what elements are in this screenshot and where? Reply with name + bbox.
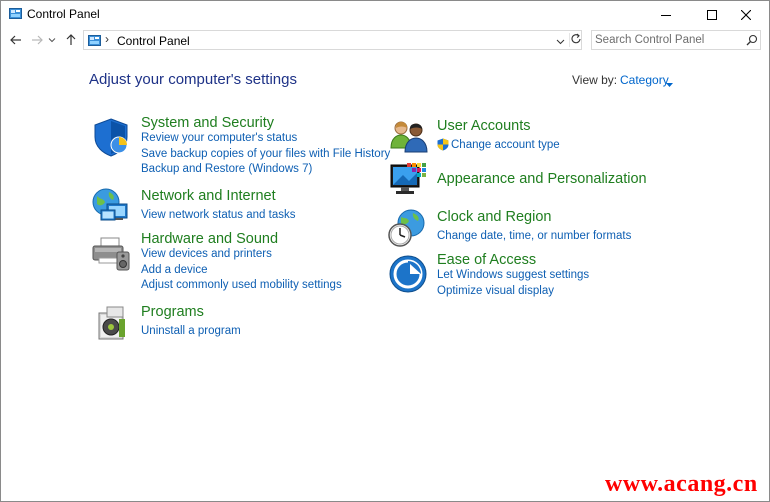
user-accounts-icon[interactable] [389,118,429,158]
link-add-device[interactable]: Add a device [141,264,208,276]
control-panel-window: Control Panel › Control Panel Search Con… [0,0,770,502]
uac-shield-icon [437,138,449,154]
category-programs[interactable]: Programs [141,304,204,320]
arrow-left-icon [10,35,21,45]
category-network-and-internet[interactable]: Network and Internet [141,188,276,204]
link-uninstall-program[interactable]: Uninstall a program [141,325,241,337]
control-panel-icon [88,35,101,49]
page-heading: Adjust your computer's settings [89,71,297,88]
minimize-icon [661,14,671,16]
category-hardware-and-sound[interactable]: Hardware and Sound [141,231,278,247]
view-by-dropdown[interactable]: Category [620,73,669,87]
minimize-button[interactable] [643,1,689,28]
control-panel-icon [9,8,22,19]
link-backup-restore[interactable]: Backup and Restore (Windows 7) [141,163,312,175]
category-ease-of-access[interactable]: Ease of Access [437,252,536,268]
recent-locations-button[interactable] [47,32,57,48]
category-clock-and-region[interactable]: Clock and Region [437,209,551,225]
link-view-network-status[interactable]: View network status and tasks [141,209,295,221]
link-file-history[interactable]: Save backup copies of your files with Fi… [141,148,390,160]
watermark-text: www.acang.cn [605,471,758,497]
search-icon[interactable] [746,34,758,49]
clock-globe-icon[interactable] [387,209,427,249]
window-title: Control Panel [27,7,100,21]
link-optimize-visual-display[interactable]: Optimize visual display [437,285,554,297]
navigation-bar: › Control Panel [1,28,769,52]
address-dropdown-button[interactable] [556,35,565,49]
back-button[interactable] [8,32,24,48]
breadcrumb-control-panel[interactable]: Control Panel [117,34,190,48]
maximize-icon [707,9,717,20]
link-mobility-settings[interactable]: Adjust commonly used mobility settings [141,279,342,291]
link-windows-suggest-settings[interactable]: Let Windows suggest settings [437,269,589,281]
category-user-accounts[interactable]: User Accounts [437,118,531,134]
link-change-account-type[interactable]: Change account type [451,139,560,151]
link-review-computer-status[interactable]: Review your computer's status [141,132,297,144]
ease-of-access-icon[interactable] [388,254,428,294]
search-input[interactable] [595,33,743,47]
refresh-icon [571,33,581,44]
address-bar[interactable]: › Control Panel [83,30,582,50]
refresh-button[interactable] [569,33,581,47]
shield-icon[interactable] [91,117,131,157]
view-by-label: View by: [572,73,618,87]
category-appearance-and-personalization[interactable]: Appearance and Personalization [437,171,647,187]
up-button[interactable] [63,32,79,48]
link-view-devices-printers[interactable]: View devices and printers [141,248,272,260]
view-by-caret-icon[interactable] [666,77,673,91]
search-box[interactable] [591,30,761,50]
chevron-down-icon [48,38,56,43]
title-bar: Control Panel [1,1,769,28]
network-globe-icon[interactable] [91,186,131,226]
category-system-and-security[interactable]: System and Security [141,115,274,131]
breadcrumb-separator[interactable]: › [105,32,109,46]
close-button[interactable] [723,1,769,28]
arrow-up-icon [66,34,76,45]
arrow-right-icon [32,35,43,45]
close-icon [741,9,751,20]
chevron-down-icon [556,39,565,45]
appearance-monitor-icon[interactable] [389,161,429,201]
link-change-date-time-formats[interactable]: Change date, time, or number formats [437,230,631,242]
forward-button[interactable] [29,32,45,48]
programs-icon[interactable] [93,303,133,343]
printer-icon[interactable] [91,234,131,274]
